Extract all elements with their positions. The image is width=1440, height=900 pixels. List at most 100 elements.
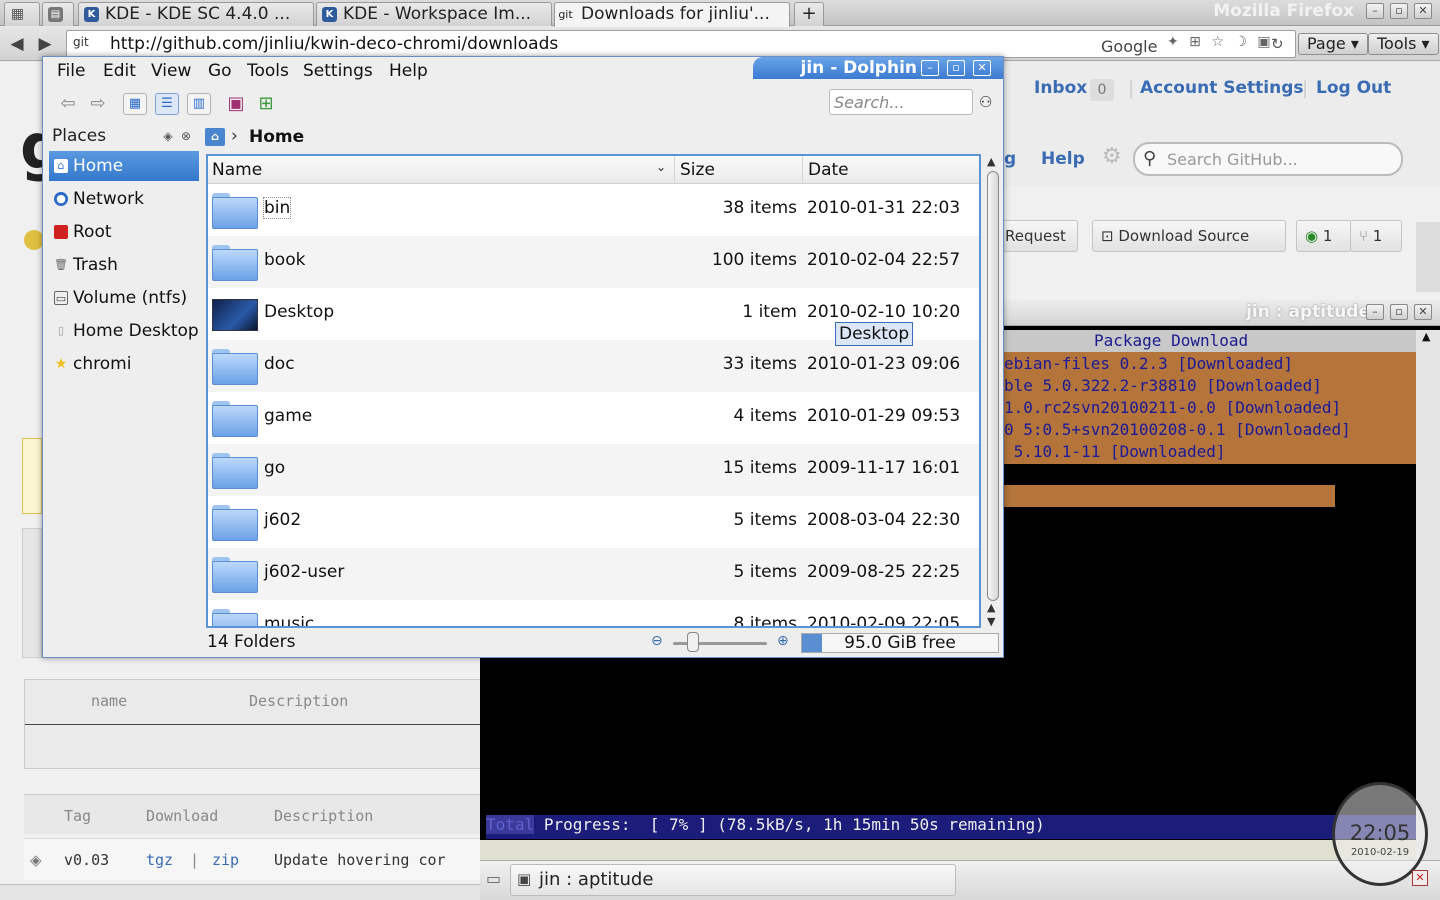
column-size[interactable]: Size (680, 160, 715, 180)
columns-view-button[interactable]: ▥ (187, 93, 211, 115)
file-row[interactable]: go 15 items 2009-11-17 16:01 (208, 444, 979, 496)
close-icon[interactable]: ✕ (1412, 870, 1428, 886)
column-name[interactable]: Name (212, 160, 262, 180)
url-bar[interactable]: git http://github.com/jinliu/kwin-deco-c… (66, 30, 1296, 58)
file-list-header: Name ⌄ Size Date (208, 156, 979, 184)
scroll-down-icon[interactable]: ▼ (987, 615, 995, 628)
search-icon: ⚲ (1143, 148, 1157, 169)
addon-icons[interactable]: ✦ ⊞ ☆ ☽ ▣ (1167, 34, 1274, 50)
zoom-slider-handle[interactable] (687, 632, 699, 652)
scroll-up-icon[interactable]: ▲ (987, 601, 995, 614)
scroll-up-icon[interactable]: ▲ (1422, 330, 1430, 343)
tab-github-downloads[interactable]: git Downloads for jinliu'... (554, 2, 790, 27)
zip-link[interactable]: zip (212, 851, 239, 869)
tools-menu-button[interactable]: Tools ▾ (1368, 33, 1439, 55)
tab-kde-sc[interactable]: K KDE - KDE SC 4.4.0 ... (78, 2, 314, 26)
close-button[interactable]: ✕ (1414, 3, 1432, 19)
file-size: 33 items (722, 354, 797, 374)
place-root[interactable]: Root (49, 217, 199, 247)
folder-icon (212, 609, 258, 626)
place-volume[interactable]: ▭ Volume (ntfs) (49, 283, 199, 313)
inbox-link[interactable]: Inbox (1034, 78, 1087, 98)
menu-file[interactable]: File (57, 61, 85, 81)
menu-tools[interactable]: Tools (247, 61, 289, 81)
maximize-button[interactable]: ▫ (1390, 304, 1408, 320)
sort-chevron-icon[interactable]: ⌄ (656, 160, 666, 174)
forward-icon[interactable]: ⇨ (87, 93, 109, 115)
tab-grid[interactable]: ▦ (4, 2, 40, 26)
github-search-input[interactable]: ⚲ Search GitHub... (1133, 142, 1403, 176)
column-date[interactable]: Date (808, 160, 849, 180)
zoom-in-icon[interactable]: ⊕ (777, 633, 789, 649)
split-view-icon[interactable]: ⊞ (255, 93, 277, 115)
horizontal-scrollbar[interactable] (0, 884, 480, 900)
smiley-icon (24, 230, 44, 250)
maximize-button[interactable]: ▫ (947, 60, 965, 76)
forks-button[interactable]: ⑂ 1 (1350, 220, 1402, 252)
scroll-up-icon[interactable]: ▲ (987, 155, 995, 168)
icons-view-button[interactable]: ▦ (123, 93, 147, 115)
file-list-scrollbar[interactable]: ▲ ▲ ▼ (985, 155, 1001, 629)
logout-link[interactable]: Log Out (1316, 78, 1391, 98)
zoom-out-icon[interactable]: ⊖ (651, 633, 663, 649)
terminal-icon[interactable]: ▭ (486, 869, 501, 888)
minimize-button[interactable]: – (921, 60, 939, 76)
minimize-button[interactable]: – (1366, 3, 1384, 19)
terminal-scrollbar[interactable]: ▲ (1416, 330, 1440, 860)
menu-go[interactable]: Go (208, 61, 232, 81)
details-view-button[interactable]: ☰ (155, 93, 179, 115)
maximize-button[interactable]: ▫ (1390, 3, 1408, 19)
chevron-right-icon[interactable]: › (231, 126, 238, 146)
menu-settings[interactable]: Settings (303, 61, 373, 81)
place-trash[interactable]: 🗑 Trash (49, 250, 199, 280)
close-button[interactable]: ✕ (973, 60, 991, 76)
tab-kde-workspace[interactable]: K KDE - Workspace Im... (316, 2, 552, 26)
col-download: Download (146, 807, 219, 825)
back-icon[interactable]: ⇦ (57, 93, 79, 115)
float-icon[interactable]: ◈ (161, 129, 175, 143)
file-row[interactable]: doc 33 items 2010-01-23 09:06 (208, 340, 979, 392)
tab-page[interactable]: ▤ (42, 2, 74, 26)
menu-help[interactable]: Help (389, 61, 428, 81)
menu-edit[interactable]: Edit (103, 61, 136, 81)
scrollbar-thumb[interactable] (987, 171, 999, 601)
file-row[interactable]: j602-user 5 items 2009-08-25 22:25 (208, 548, 979, 600)
nav-link-fragment[interactable]: g (1004, 149, 1016, 169)
watchers-count: 1 (1322, 227, 1333, 245)
gear-icon[interactable]: ⚙ (1102, 144, 1122, 169)
back-button[interactable]: ◀ (6, 31, 28, 57)
search-input[interactable]: Search... (829, 89, 973, 115)
taskbar: ▭ ▣ jin : aptitude (480, 860, 1440, 900)
breadcrumb-current[interactable]: Home (249, 127, 304, 147)
place-network[interactable]: ● Network (49, 184, 199, 214)
binoculars-icon[interactable]: ⚇ (979, 93, 992, 111)
download-source-button[interactable]: ⊡ Download Source (1092, 220, 1286, 252)
menu-view[interactable]: View (151, 61, 191, 81)
close-button[interactable]: ✕ (1414, 304, 1432, 320)
reload-icon[interactable]: ↻ (1271, 35, 1284, 53)
preview-icon[interactable]: ▣ (225, 93, 247, 115)
tgz-link[interactable]: tgz (146, 851, 173, 869)
page-menu-button[interactable]: Page ▾ (1298, 33, 1368, 55)
place-home[interactable]: ⌂ Home (49, 151, 199, 181)
forward-button[interactable]: ▶ (34, 31, 56, 57)
account-settings-link[interactable]: Account Settings (1140, 78, 1303, 98)
tags-table-header: Tag Download Description (24, 794, 484, 834)
minimize-button[interactable]: – (1366, 304, 1384, 320)
repo-box (22, 528, 42, 658)
help-link[interactable]: Help (1041, 149, 1085, 169)
file-row[interactable]: book 100 items 2010-02-04 22:57 (208, 236, 979, 288)
file-row[interactable]: j602 5 items 2008-03-04 22:30 (208, 496, 979, 548)
page-scrollbar[interactable] (1416, 222, 1440, 292)
place-home-desktop[interactable]: ▯ Home Desktop (49, 316, 199, 346)
home-icon[interactable]: ⌂ (205, 128, 225, 146)
new-tab-button[interactable]: + (794, 2, 824, 26)
taskbar-item-aptitude[interactable]: ▣ jin : aptitude (510, 864, 956, 896)
file-row[interactable]: game 4 items 2010-01-29 09:53 (208, 392, 979, 444)
file-row[interactable]: music 8 items 2010-02-09 22:05 (208, 600, 979, 626)
file-row[interactable]: bin 38 items 2010-01-31 22:03 (208, 184, 979, 236)
close-icon[interactable]: ⊗ (179, 129, 193, 143)
place-chromi[interactable]: ★ chromi (49, 349, 199, 379)
watchers-button[interactable]: ◉ 1 (1296, 220, 1352, 252)
pull-request-button[interactable]: Request (996, 220, 1078, 252)
